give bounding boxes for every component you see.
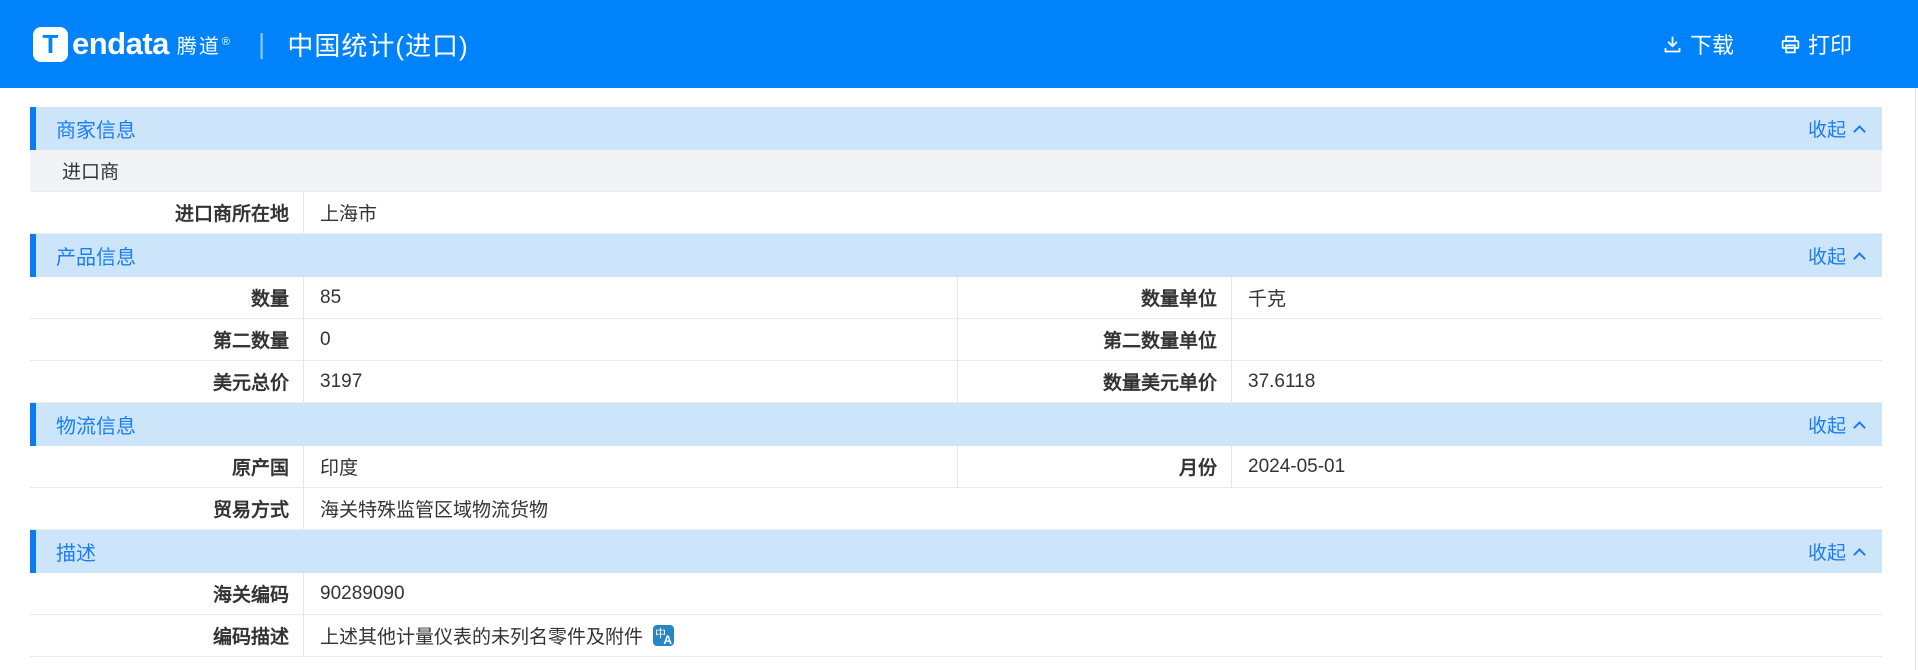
quantity-unit-label: 数量单位 [958,277,1232,318]
chevron-up-icon [1853,252,1866,265]
page-title: 中国统计(进口) [287,30,469,61]
table-row-usd-total: 美元总价 3197 数量美元单价 37.6118 [30,361,1882,403]
title-divider: | [258,28,266,59]
collapse-label: 收起 [1807,120,1846,141]
collapse-button-merchant[interactable]: 收起 [1807,115,1866,142]
logo-cn-text: 腾道 [176,35,221,58]
chevron-up-icon [1853,125,1866,138]
hs-code-value: 90289090 [320,582,405,604]
origin-country-label: 原产国 [30,446,304,487]
chevron-up-icon [1853,421,1866,434]
translate-icon[interactable]: 中 A [653,625,675,647]
code-description-cell: 上述其他计量仪表的未列名零件及附件 中 A [304,615,1882,656]
section-stripe [30,403,36,446]
table-row-second-quantity: 第二数量 0 第二数量单位 [30,319,1882,361]
second-quantity-label: 第二数量 [30,319,304,360]
importer-location-label: 进口商所在地 [30,192,304,233]
section-stripe [30,107,36,150]
quantity-label: 数量 [30,277,304,318]
trade-mode-value: 海关特殊监管区域物流货物 [320,500,549,521]
table-row-code-description: 编码描述 上述其他计量仪表的未列名零件及附件 中 A [30,615,1882,657]
code-description-value: 上述其他计量仪表的未列名零件及附件 [320,627,644,648]
quantity-unit-value: 千克 [1248,289,1287,310]
detail-panel: 商家信息 收起 进口商 进口商所在地 上海市 产品信息 收起 数量 85 数量单… [30,107,1882,657]
tendata-logo-icon[interactable]: T [33,26,68,62]
usd-unit-price-value: 37.6118 [1248,370,1316,392]
code-description-label: 编码描述 [30,615,304,656]
section-stripe [30,234,36,277]
second-quantity-value: 0 [304,319,958,360]
importer-label: 进口商 [62,162,120,183]
download-button[interactable]: 下载 [1662,28,1734,60]
brand-area: T endata 腾道® | 中国统计(进口) [33,26,469,63]
section-title-description: 描述 [56,543,96,565]
logo-initial: T [42,28,59,59]
usd-total-label: 美元总价 [30,361,304,402]
quantity-value: 85 [304,277,958,318]
app-bar: T endata 腾道® | 中国统计(进口) 下载 打印 [0,0,1918,88]
table-row-hs-code: 海关编码 90289090 [30,573,1882,615]
table-row-importer: 进口商 [30,150,1882,192]
collapse-button-description[interactable]: 收起 [1807,538,1866,565]
usd-total-value: 3197 [304,361,958,402]
print-icon [1780,34,1801,55]
collapse-label: 收起 [1807,543,1846,564]
translate-glyph-en: A [663,633,673,647]
collapse-label: 收起 [1807,416,1846,437]
origin-country-value: 印度 [304,446,958,487]
registered-mark: ® [221,35,233,48]
section-header-product: 产品信息 收起 [30,234,1882,277]
section-header-logistics: 物流信息 收起 [30,403,1882,446]
app-bar-actions: 下载 打印 [1662,28,1852,60]
logo-text: endata [72,26,169,61]
table-row-quantity: 数量 85 数量单位 千克 [30,277,1882,319]
print-label: 打印 [1807,33,1852,58]
month-label: 月份 [958,446,1232,487]
logo-chinese-name: 腾道® [177,30,232,59]
second-quantity-unit-value [1232,319,1882,360]
section-stripe [30,530,36,573]
page-content: 商家信息 收起 进口商 进口商所在地 上海市 产品信息 收起 数量 85 数量单… [0,88,1918,657]
print-button[interactable]: 打印 [1780,28,1852,60]
download-label: 下载 [1689,33,1734,58]
month-value: 2024-05-01 [1248,455,1346,477]
table-row-origin-country: 原产国 印度 月份 2024-05-01 [30,446,1882,488]
hs-code-label: 海关编码 [30,573,304,614]
section-header-merchant: 商家信息 收起 [30,107,1882,150]
section-title-logistics: 物流信息 [56,416,136,438]
chevron-up-icon [1853,548,1866,561]
section-header-description: 描述 收起 [30,530,1882,573]
section-title-product: 产品信息 [56,247,136,269]
table-row-trade-mode: 贸易方式 海关特殊监管区域物流货物 [30,488,1882,530]
download-icon [1662,34,1683,55]
usd-unit-price-label: 数量美元单价 [958,361,1232,402]
collapse-label: 收起 [1807,247,1846,268]
collapse-button-logistics[interactable]: 收起 [1807,411,1866,438]
collapse-button-product[interactable]: 收起 [1807,242,1866,269]
section-title-merchant: 商家信息 [56,120,136,142]
window-right-edge [1915,88,1916,670]
table-row-importer-location: 进口商所在地 上海市 [30,192,1882,234]
second-quantity-unit-label: 第二数量单位 [958,319,1232,360]
trade-mode-label: 贸易方式 [30,488,304,529]
importer-location-value: 上海市 [320,204,378,225]
